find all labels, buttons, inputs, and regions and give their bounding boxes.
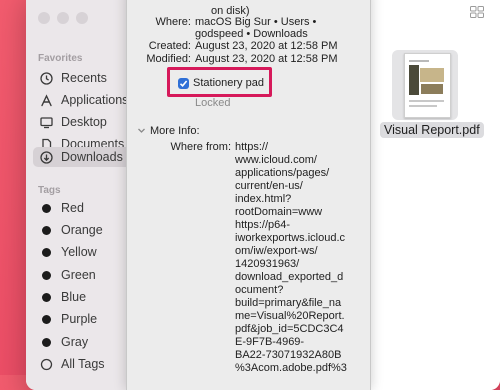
sidebar-item-tag-purple[interactable]: Purple [33, 309, 141, 329]
where-from-line: https://p64- [235, 219, 291, 231]
where-from-line: rootDomain=www [235, 206, 323, 218]
favorites-heading: Favorites [38, 53, 83, 64]
sidebar-item-label: Yellow [61, 245, 97, 259]
where-from-line: www.icloud.com/ [235, 154, 317, 166]
where-from-line: download_exported_d [235, 271, 344, 283]
tag-dot-icon [39, 245, 53, 259]
tags-heading: Tags [38, 185, 61, 196]
minimize-window-button[interactable] [57, 12, 69, 24]
sidebar-item-label: All Tags [61, 357, 105, 371]
stationery-pad-label: Stationery pad [193, 77, 264, 89]
sidebar-item-label: Recents [61, 71, 107, 85]
grid-view-button[interactable] [466, 4, 488, 24]
where-value: macOS Big Sur • Users • [195, 16, 317, 28]
chevron-down-icon [137, 122, 146, 140]
where-label: Where: [155, 16, 191, 28]
where-from-line: applications/pages/ [235, 167, 330, 179]
clock-icon [39, 71, 53, 85]
sidebar-item-tag-green[interactable]: Green [33, 265, 141, 285]
sidebar-item-desktop[interactable]: Desktop [33, 112, 141, 132]
tag-dot-icon [39, 312, 53, 326]
sidebar-item-label: Red [61, 201, 84, 215]
all-tags-icon [39, 357, 53, 371]
pdf-thumbnail-icon [404, 53, 451, 118]
sidebar-item-applications[interactable]: Applications [33, 90, 141, 110]
locked-label: Locked [195, 97, 231, 109]
applications-icon [39, 93, 53, 107]
where-from-line: build=primary&file_na [235, 297, 342, 309]
stationery-pad-checkbox-row[interactable]: Stationery pad [178, 77, 264, 89]
modified-label: Modified: [146, 53, 191, 65]
created-label: Created: [148, 40, 191, 52]
where-from-line: ocument? [235, 284, 284, 296]
more-info-section-header[interactable]: More Info: [137, 122, 200, 140]
sidebar-item-all-tags[interactable]: All Tags [33, 354, 141, 374]
sidebar-item-label: Purple [61, 312, 98, 326]
where-from-line: BA22-73071932A80B [235, 349, 342, 361]
close-window-button[interactable] [38, 12, 50, 24]
where-from-line: https:// [235, 141, 269, 153]
where-value-continued: godspeed • Downloads [195, 28, 308, 40]
sidebar-item-label: Desktop [61, 115, 107, 129]
sidebar: Favorites Recents Applications Desktop D… [26, 0, 141, 390]
zoom-window-button[interactable] [76, 12, 88, 24]
grid-icon [470, 5, 484, 23]
where-from-line: index.html? [235, 193, 292, 205]
where-from-line: %3Acom.adobe.pdf%3 [235, 362, 347, 374]
sidebar-item-label: Downloads [61, 150, 123, 164]
where-from-line: E-9F7B-4969- [235, 336, 305, 348]
where-from-line: pdf&job_id=5CDC3C4 [235, 323, 344, 335]
tag-dot-icon [39, 223, 53, 237]
stationery-pad-checkbox[interactable] [178, 77, 189, 89]
where-from-line: me=Visual%20Report. [235, 310, 345, 322]
modified-value: August 23, 2020 at 12:58 PM [195, 53, 338, 65]
where-from-line: iworkexportws.icloud.c [235, 232, 346, 244]
sidebar-item-tag-red[interactable]: Red [33, 198, 141, 218]
download-icon [39, 150, 53, 164]
where-from-label: Where from: [170, 141, 231, 153]
sidebar-item-label: Green [61, 268, 96, 282]
sidebar-item-recents[interactable]: Recents [33, 68, 141, 88]
sidebar-item-tag-gray[interactable]: Gray [33, 332, 141, 352]
sidebar-item-tag-blue[interactable]: Blue [33, 287, 141, 307]
sidebar-item-label: Gray [61, 335, 89, 349]
tag-dot-icon [39, 290, 53, 304]
sidebar-item-downloads[interactable]: Downloads [33, 147, 141, 167]
where-from-line: 1420931963/ [235, 258, 300, 270]
sidebar-item-label: Orange [61, 223, 103, 237]
desktop-icon [39, 115, 53, 129]
sidebar-item-label: Applications [61, 93, 129, 107]
tag-dot-icon [39, 335, 53, 349]
tag-dot-icon [39, 201, 53, 215]
sidebar-item-label: Blue [61, 290, 87, 304]
where-from-line: current/en-us/ [235, 180, 303, 192]
sidebar-item-tag-yellow[interactable]: Yellow [33, 242, 141, 262]
where-from-line: om/iw/export-ws/ [235, 245, 318, 257]
tag-dot-icon [39, 268, 53, 282]
file-name-label[interactable]: Visual Report.pdf [380, 122, 484, 138]
sidebar-item-tag-orange[interactable]: Orange [33, 220, 141, 240]
created-value: August 23, 2020 at 12:58 PM [195, 40, 338, 52]
more-info-label: More Info: [150, 125, 200, 137]
